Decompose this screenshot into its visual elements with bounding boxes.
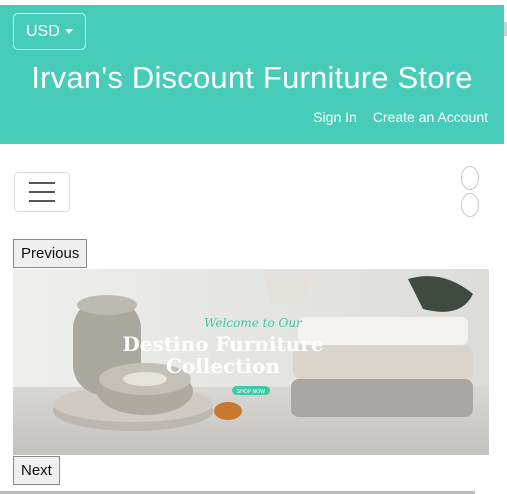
hamburger-line (29, 182, 55, 184)
slide-banner-image: Welcome to Our Destino Furniture Collect… (13, 269, 489, 455)
hamburger-line (29, 191, 55, 193)
navbar-toggler-button[interactable] (14, 172, 70, 212)
carousel-previous-button[interactable]: Previous (13, 239, 88, 268)
store-title: Irvan's Discount Furniture Store (31, 60, 473, 95)
slide-script-text: Welcome to Our (204, 316, 303, 330)
currency-dropdown[interactable]: USD (13, 13, 86, 50)
hamburger-line (29, 200, 55, 202)
slide-title-line2: Collection (166, 354, 281, 378)
icon-placeholder-bottom[interactable] (461, 193, 479, 217)
currency-label: USD (26, 22, 60, 40)
slide-title-line1: Destino Furniture (122, 332, 323, 356)
carousel-next-button[interactable]: Next (13, 456, 60, 485)
account-links: Sign In Create an Account (313, 109, 488, 125)
carousel-slide: Welcome to Our Destino Furniture Collect… (13, 269, 489, 455)
icon-placeholder-top[interactable] (461, 166, 479, 190)
sign-in-link[interactable]: Sign In (313, 109, 357, 125)
create-account-link[interactable]: Create an Account (373, 109, 488, 125)
slide-shop-button-label: SHOP NOW (237, 389, 265, 395)
caret-down-icon (64, 29, 73, 34)
